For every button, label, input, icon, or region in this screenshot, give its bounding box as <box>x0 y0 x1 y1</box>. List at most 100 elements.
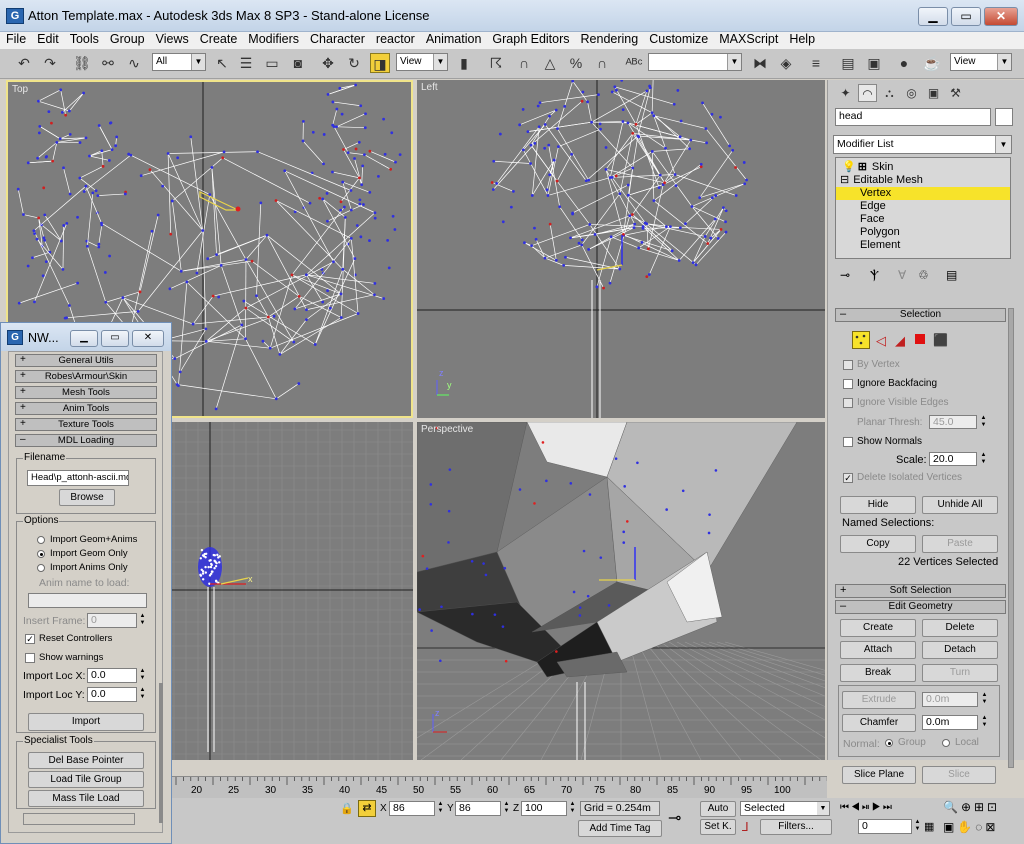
face-subobject-icon[interactable]: ◢ <box>895 333 905 349</box>
filename-input[interactable]: Head\p_attonh-ascii.mdl <box>27 470 129 486</box>
planar-thresh-spinner[interactable]: ▲ ▼ <box>979 415 988 429</box>
detach-button[interactable]: Detach <box>922 641 998 659</box>
import-button[interactable]: Import <box>28 713 144 731</box>
spinner-snap-icon[interactable]: ∩ <box>592 53 612 73</box>
rollout-anim-tools[interactable]: + Anim Tools <box>15 402 157 415</box>
edit-named-selection-icon[interactable]: ᴬᴮᶜ <box>624 53 644 73</box>
menu-reactor[interactable]: reactor <box>370 32 420 46</box>
stack-item-element[interactable]: Element <box>836 239 1010 252</box>
vertex-subobject-button[interactable] <box>852 331 870 349</box>
angle-snap-icon[interactable]: △ <box>540 53 560 73</box>
extrude-spinner[interactable]: ▲ ▼ <box>980 692 989 706</box>
normal-scale-spinner[interactable]: ▲ ▼ <box>979 452 988 466</box>
menu-tools[interactable]: Tools <box>64 32 104 46</box>
add-time-tag-button[interactable]: Add Time Tag <box>578 820 662 837</box>
rollout-robes-armour-skin[interactable]: + Robes\Armour\Skin <box>15 370 157 383</box>
menu-edit[interactable]: Edit <box>31 32 64 46</box>
edge-subobject-icon[interactable]: ◁ <box>876 333 886 349</box>
y-coord-spinner[interactable]: ▲ ▼ <box>502 801 511 815</box>
insert-frame-spinner[interactable]: ▲ ▼ <box>138 613 147 627</box>
rollout-mdl-loading[interactable]: – MDL Loading <box>15 434 157 447</box>
browse-button[interactable]: Browse <box>59 489 115 506</box>
show-end-result-icon[interactable]: Ⲯ <box>870 268 879 283</box>
menu-views[interactable]: Views <box>150 32 194 46</box>
bind-space-warp-icon[interactable]: ∿ <box>124 53 144 73</box>
redo-icon[interactable]: ↷ <box>40 53 60 73</box>
show-warnings-checkbox[interactable] <box>25 653 35 663</box>
stack-item-vertex[interactable]: Vertex <box>836 187 1010 200</box>
normal-scale-input[interactable]: 20.0 <box>929 452 977 466</box>
select-and-scale-icon[interactable]: ◨ <box>370 53 390 73</box>
object-name-field[interactable]: head <box>835 108 991 126</box>
stack-item-skin[interactable]: 💡 ⊞ Skin <box>836 161 1010 174</box>
key-filter-dropdown[interactable]: Selected ▼ <box>740 801 830 816</box>
import-loc-y-spinner[interactable]: ▲ ▼ <box>138 687 147 701</box>
select-and-rotate-icon[interactable]: ↻ <box>344 53 364 73</box>
viewport-perspective[interactable]: Perspective z <box>417 422 825 760</box>
viewport-left[interactable]: Left z y <box>417 80 825 418</box>
align-icon[interactable]: ◈ <box>776 53 796 73</box>
normal-group-radio[interactable] <box>885 739 893 747</box>
import-geom-anims-radio[interactable] <box>37 536 45 544</box>
insert-frame-input[interactable]: 0 <box>87 613 137 628</box>
current-frame-spinner[interactable]: ▲ ▼ <box>913 819 922 833</box>
schematic-view-icon[interactable]: ▣ <box>864 53 884 73</box>
pin-stack-icon[interactable]: ⊸ <box>840 268 850 282</box>
reference-coordinate-dropdown[interactable]: View ▼ <box>396 53 448 71</box>
mirror-icon[interactable]: ⧓ <box>750 53 770 73</box>
curve-editor-icon[interactable]: ▤ <box>838 53 858 73</box>
manipulate-icon[interactable]: ☈ <box>486 53 506 73</box>
menu-group[interactable]: Group <box>104 32 150 46</box>
slice-button[interactable]: Slice <box>922 766 996 784</box>
polygon-subobject-icon[interactable] <box>915 334 925 344</box>
menu-modifiers[interactable]: Modifiers <box>242 32 304 46</box>
viewport-label-perspective[interactable]: Perspective <box>421 424 473 435</box>
stack-item-edge[interactable]: Edge <box>836 200 1010 213</box>
chamfer-button[interactable]: Chamfer <box>842 714 916 732</box>
expand-plus-icon[interactable]: ⊞ <box>858 161 867 173</box>
maximize-button[interactable]: ▭ <box>951 7 981 26</box>
create-button[interactable]: Create <box>840 619 916 637</box>
object-color-swatch[interactable] <box>995 108 1013 126</box>
menu-animation[interactable]: Animation <box>420 32 487 46</box>
pivot-point-icon[interactable]: ▮ <box>454 53 474 73</box>
configure-modifier-sets-icon[interactable]: ▤ <box>946 268 957 282</box>
import-anims-only-radio[interactable] <box>37 564 45 572</box>
current-frame-input[interactable]: 0 <box>858 819 912 834</box>
attach-button[interactable]: Attach <box>840 641 916 659</box>
extrude-button[interactable]: Extrude <box>842 691 916 709</box>
named-selection-dropdown[interactable]: ▼ <box>648 53 742 71</box>
element-subobject-icon[interactable]: ⬛ <box>933 333 948 347</box>
stack-item-polygon[interactable]: Polygon <box>836 226 1010 239</box>
extrude-amount-input[interactable]: 0.0m <box>922 692 978 707</box>
make-unique-icon[interactable]: ∀ <box>898 268 906 282</box>
render-view-dropdown[interactable]: View ▼ <box>950 53 1012 71</box>
modifier-stack[interactable]: 💡 ⊞ Skin ⊟ Editable Mesh Vertex Edge Face P… <box>835 157 1011 259</box>
mass-tile-load-button[interactable]: Mass Tile Load <box>28 790 144 807</box>
menu-file[interactable]: File <box>0 32 31 46</box>
delete-isolated-checkbox[interactable]: ✓ <box>843 473 853 483</box>
soft-selection-rollout-header[interactable]: + Soft Selection <box>835 584 1006 598</box>
select-by-name-icon[interactable]: ☰ <box>236 53 256 73</box>
minimize-button[interactable]: ▁ <box>918 7 948 26</box>
3ds-max-app-icon[interactable]: G <box>6 8 24 24</box>
break-button[interactable]: Break <box>840 664 916 682</box>
chamfer-amount-input[interactable]: 0.0m <box>922 715 978 730</box>
anim-name-input[interactable] <box>28 593 147 608</box>
create-tab-icon[interactable]: ✦ <box>836 84 855 102</box>
y-coord-input[interactable]: 86 <box>455 801 501 816</box>
turn-button[interactable]: Turn <box>922 664 998 682</box>
load-tile-group-button[interactable]: Load Tile Group <box>28 771 144 788</box>
render-scene-icon[interactable]: ☕ <box>922 53 942 73</box>
ignore-visible-edges-checkbox[interactable] <box>843 398 853 408</box>
snaps-toggle-icon[interactable]: ∩ <box>514 53 534 73</box>
normal-local-radio[interactable] <box>942 739 950 747</box>
viewport-nav-controls-2[interactable]: ▣✋◌⊠ <box>943 820 998 834</box>
hierarchy-tab-icon[interactable]: ⛬ <box>880 84 899 102</box>
layer-manager-icon[interactable]: ≡ <box>806 53 826 73</box>
menu-character[interactable]: Character <box>304 32 370 46</box>
time-config-icon[interactable]: ▦ <box>924 820 934 833</box>
x-coord-input[interactable]: 86 <box>389 801 435 816</box>
selection-filter-dropdown[interactable]: All ▼ <box>152 53 206 71</box>
viewport-label-top[interactable]: Top <box>12 84 28 95</box>
